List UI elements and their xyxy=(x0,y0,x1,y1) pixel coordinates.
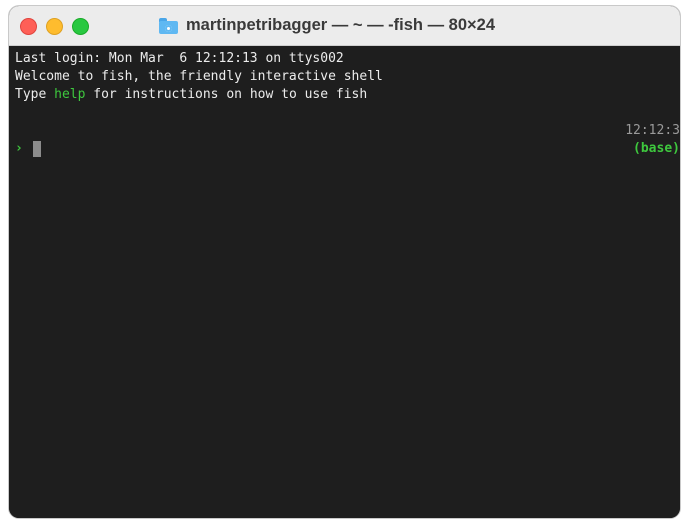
welcome-line: Welcome to fish, the friendly interactiv… xyxy=(15,69,383,84)
minimize-button[interactable] xyxy=(46,18,63,35)
help-keyword: help xyxy=(54,87,86,102)
window-title: martinpetribagger — ~ — -fish — 80×24 xyxy=(159,6,495,45)
help-line-suffix: for instructions on how to use fish xyxy=(85,87,368,102)
text-cursor xyxy=(32,141,41,157)
help-line: Type help for instructions on how to use… xyxy=(15,86,680,104)
prompt-time: 12:12:3 xyxy=(619,122,680,140)
terminal-window: martinpetribagger — ~ — -fish — 80×24 La… xyxy=(9,6,680,518)
zoom-button[interactable] xyxy=(72,18,89,35)
terminal-content[interactable]: Last login: Mon Mar 6 12:12:13 on ttys00… xyxy=(9,46,680,518)
window-title-text: martinpetribagger — ~ — -fish — 80×24 xyxy=(186,16,496,34)
close-button[interactable] xyxy=(20,18,37,35)
prompt-info-line: ~ ......................................… xyxy=(15,122,680,140)
title-bar[interactable]: martinpetribagger — ~ — -fish — 80×24 xyxy=(9,6,680,46)
input-prompt-line[interactable]: › (base) xyxy=(15,140,680,158)
last-login-line: Last login: Mon Mar 6 12:12:13 on ttys00… xyxy=(15,51,344,66)
conda-env-badge: (base) xyxy=(633,141,680,156)
folder-icon xyxy=(159,17,178,34)
help-line-prefix: Type xyxy=(15,87,55,102)
prompt-chevron: › xyxy=(15,141,23,156)
